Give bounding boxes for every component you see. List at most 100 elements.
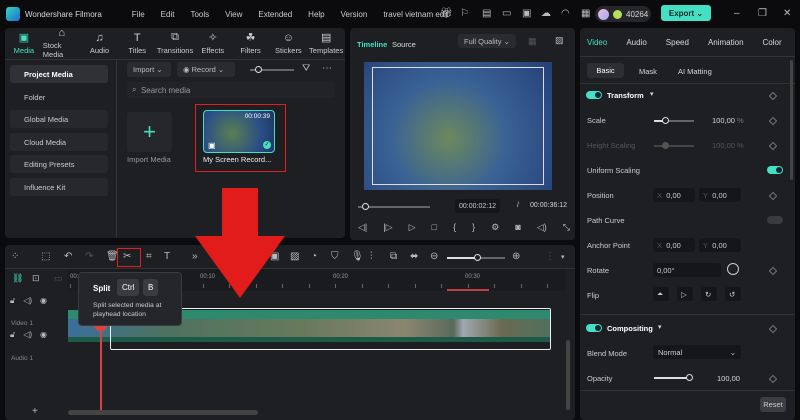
menu-extended[interactable]: Extended: [258, 10, 292, 19]
add-icon[interactable]: +: [32, 406, 38, 417]
anchor-y-input[interactable]: Y 0,00: [699, 238, 741, 252]
position-x-input[interactable]: X 0,00: [653, 188, 695, 202]
camera-icon[interactable]: ◙: [515, 222, 520, 233]
shield-icon[interactable]: ⛉: [331, 251, 339, 262]
dropdown-icon[interactable]: ▾: [561, 253, 565, 261]
timeline-scrollbar[interactable]: [68, 410, 258, 415]
grid-icon[interactable]: ▦: [528, 36, 537, 47]
replace-icon[interactable]: ⧉: [390, 251, 397, 262]
path-curve-toggle[interactable]: [767, 216, 783, 224]
tab-video[interactable]: Video: [587, 38, 607, 47]
reset-button[interactable]: Reset: [760, 397, 786, 412]
fit-icon[interactable]: ⬌: [410, 251, 418, 262]
sidebar-item-global-media[interactable]: Global Media: [10, 110, 108, 128]
lock-icon[interactable]: 🔓︎: [10, 330, 15, 340]
volume-icon[interactable]: ◁): [537, 222, 547, 233]
scissors-icon[interactable]: ✂: [123, 251, 131, 262]
tab-stock-media[interactable]: ⌂ Stock Media: [43, 27, 81, 59]
announce-icon[interactable]: ⚐: [460, 8, 469, 19]
search-input[interactable]: ⌕ Search media: [127, 82, 335, 98]
slider-knob[interactable]: [255, 66, 262, 73]
menu-help[interactable]: Help: [308, 10, 324, 19]
speed-icon[interactable]: ◔: [311, 251, 317, 262]
avatar[interactable]: [598, 8, 609, 20]
close-icon[interactable]: ✕: [783, 8, 791, 19]
crop-icon[interactable]: ⌗: [146, 251, 152, 262]
mute-icon[interactable]: ◁): [23, 296, 32, 306]
snapshot-view-icon[interactable]: ▨: [555, 35, 564, 46]
menu-tools[interactable]: Tools: [190, 10, 209, 19]
tab-timeline-preview[interactable]: Timeline: [357, 40, 387, 49]
sidebar-item-folder[interactable]: Folder: [10, 88, 108, 106]
media-thumbnail[interactable]: 00:00:39 ▣ ✓: [203, 110, 275, 153]
tab-speed[interactable]: Speed: [666, 38, 689, 47]
add-track-icon[interactable]: ⊡: [32, 273, 40, 284]
tab-titles[interactable]: T Titles: [118, 28, 156, 58]
transform-toggle[interactable]: [586, 91, 602, 99]
menu-version[interactable]: Version: [341, 10, 368, 19]
minimize-icon[interactable]: –: [734, 8, 740, 19]
zoom-out-icon[interactable]: ⊖: [430, 251, 438, 262]
opacity-slider[interactable]: [654, 377, 690, 379]
tab-stickers[interactable]: ☺ Stickers: [269, 28, 307, 58]
zoom-slider[interactable]: [447, 257, 477, 259]
playhead-knob[interactable]: [362, 203, 369, 210]
mark-out-icon[interactable]: }: [472, 222, 475, 233]
timeline-vertical-scrollbar[interactable]: [566, 340, 570, 410]
tab-effects[interactable]: ✧ Effects: [194, 28, 232, 58]
tab-filters[interactable]: ☘ Filters: [232, 28, 270, 58]
fullscreen-icon[interactable]: ⤡: [563, 222, 570, 233]
credits-badge[interactable]: 40264: [595, 6, 651, 22]
flip-horizontal-icon[interactable]: ▷: [677, 287, 693, 301]
lock-icon[interactable]: 🔓︎: [10, 296, 15, 306]
rotate-input[interactable]: 0,00°: [653, 263, 721, 277]
menu-file[interactable]: File: [132, 10, 145, 19]
rotate-ccw-icon[interactable]: ↺: [725, 287, 741, 301]
render-icon[interactable]: ⚙: [491, 222, 499, 233]
sidebar-item-project-media[interactable]: Project Media: [10, 65, 108, 83]
eye-icon[interactable]: ◉: [40, 330, 47, 340]
uniform-scaling-toggle[interactable]: [767, 166, 783, 174]
zoom-knob[interactable]: [474, 254, 481, 261]
subtab-basic[interactable]: Basic: [587, 63, 624, 78]
tab-transitions[interactable]: ⧉ Transitions: [156, 28, 194, 58]
layout-icon[interactable]: ⁘: [11, 251, 19, 262]
play-icon[interactable]: ▷: [409, 222, 416, 233]
mark-in-icon[interactable]: {: [453, 222, 456, 233]
quality-dropdown[interactable]: Full Quality ⌄: [458, 34, 516, 48]
compositing-toggle[interactable]: [586, 324, 602, 332]
tab-templates[interactable]: ▤ Templates: [307, 28, 345, 58]
more-icon[interactable]: ⋯: [322, 63, 332, 74]
tab-audio[interactable]: ♫ Audio: [81, 28, 119, 58]
microphone-icon[interactable]: 🎙︎: [351, 251, 364, 262]
rotate-cw-icon[interactable]: ↻: [701, 287, 717, 301]
collapse-icon[interactable]: ▾: [650, 90, 654, 98]
undo-icon[interactable]: ↶: [64, 251, 72, 262]
cloud-icon[interactable]: ☁: [541, 8, 551, 19]
video-preview[interactable]: [364, 62, 552, 190]
menu-edit[interactable]: Edit: [161, 10, 175, 19]
screen-icon[interactable]: ▭: [502, 8, 511, 19]
import-dropdown[interactable]: Import ⌄: [127, 62, 171, 77]
menu-view[interactable]: View: [225, 10, 242, 19]
rotate-dial-icon[interactable]: [727, 263, 739, 275]
import-media-button[interactable]: +: [127, 112, 172, 152]
restore-icon[interactable]: ❐: [758, 8, 767, 19]
audio-mixer-icon[interactable]: ⫶: [370, 251, 373, 262]
tab-color[interactable]: Color: [763, 38, 782, 47]
auto-edit-icon[interactable]: ▨: [290, 251, 299, 262]
redo-icon[interactable]: ↷: [85, 251, 93, 262]
notes-icon[interactable]: ▤: [482, 8, 491, 19]
sidebar-item-influence-kit[interactable]: Influence Kit: [10, 178, 108, 196]
link-icon[interactable]: ⛓: [12, 273, 23, 284]
gift-icon[interactable]: 🎁︎: [440, 8, 453, 19]
support-icon[interactable]: ◠: [561, 8, 570, 19]
eye-icon[interactable]: ◉: [40, 296, 47, 306]
stop-icon[interactable]: □: [432, 222, 437, 233]
sidebar-item-cloud-media[interactable]: Cloud Media: [10, 133, 108, 151]
export-button[interactable]: Export ⌄: [661, 5, 711, 21]
opacity-knob[interactable]: [686, 374, 693, 381]
apps-grid-icon[interactable]: ▦: [581, 8, 590, 19]
text-icon[interactable]: T: [164, 251, 170, 262]
blend-mode-dropdown[interactable]: Normal ⌄: [653, 345, 741, 359]
